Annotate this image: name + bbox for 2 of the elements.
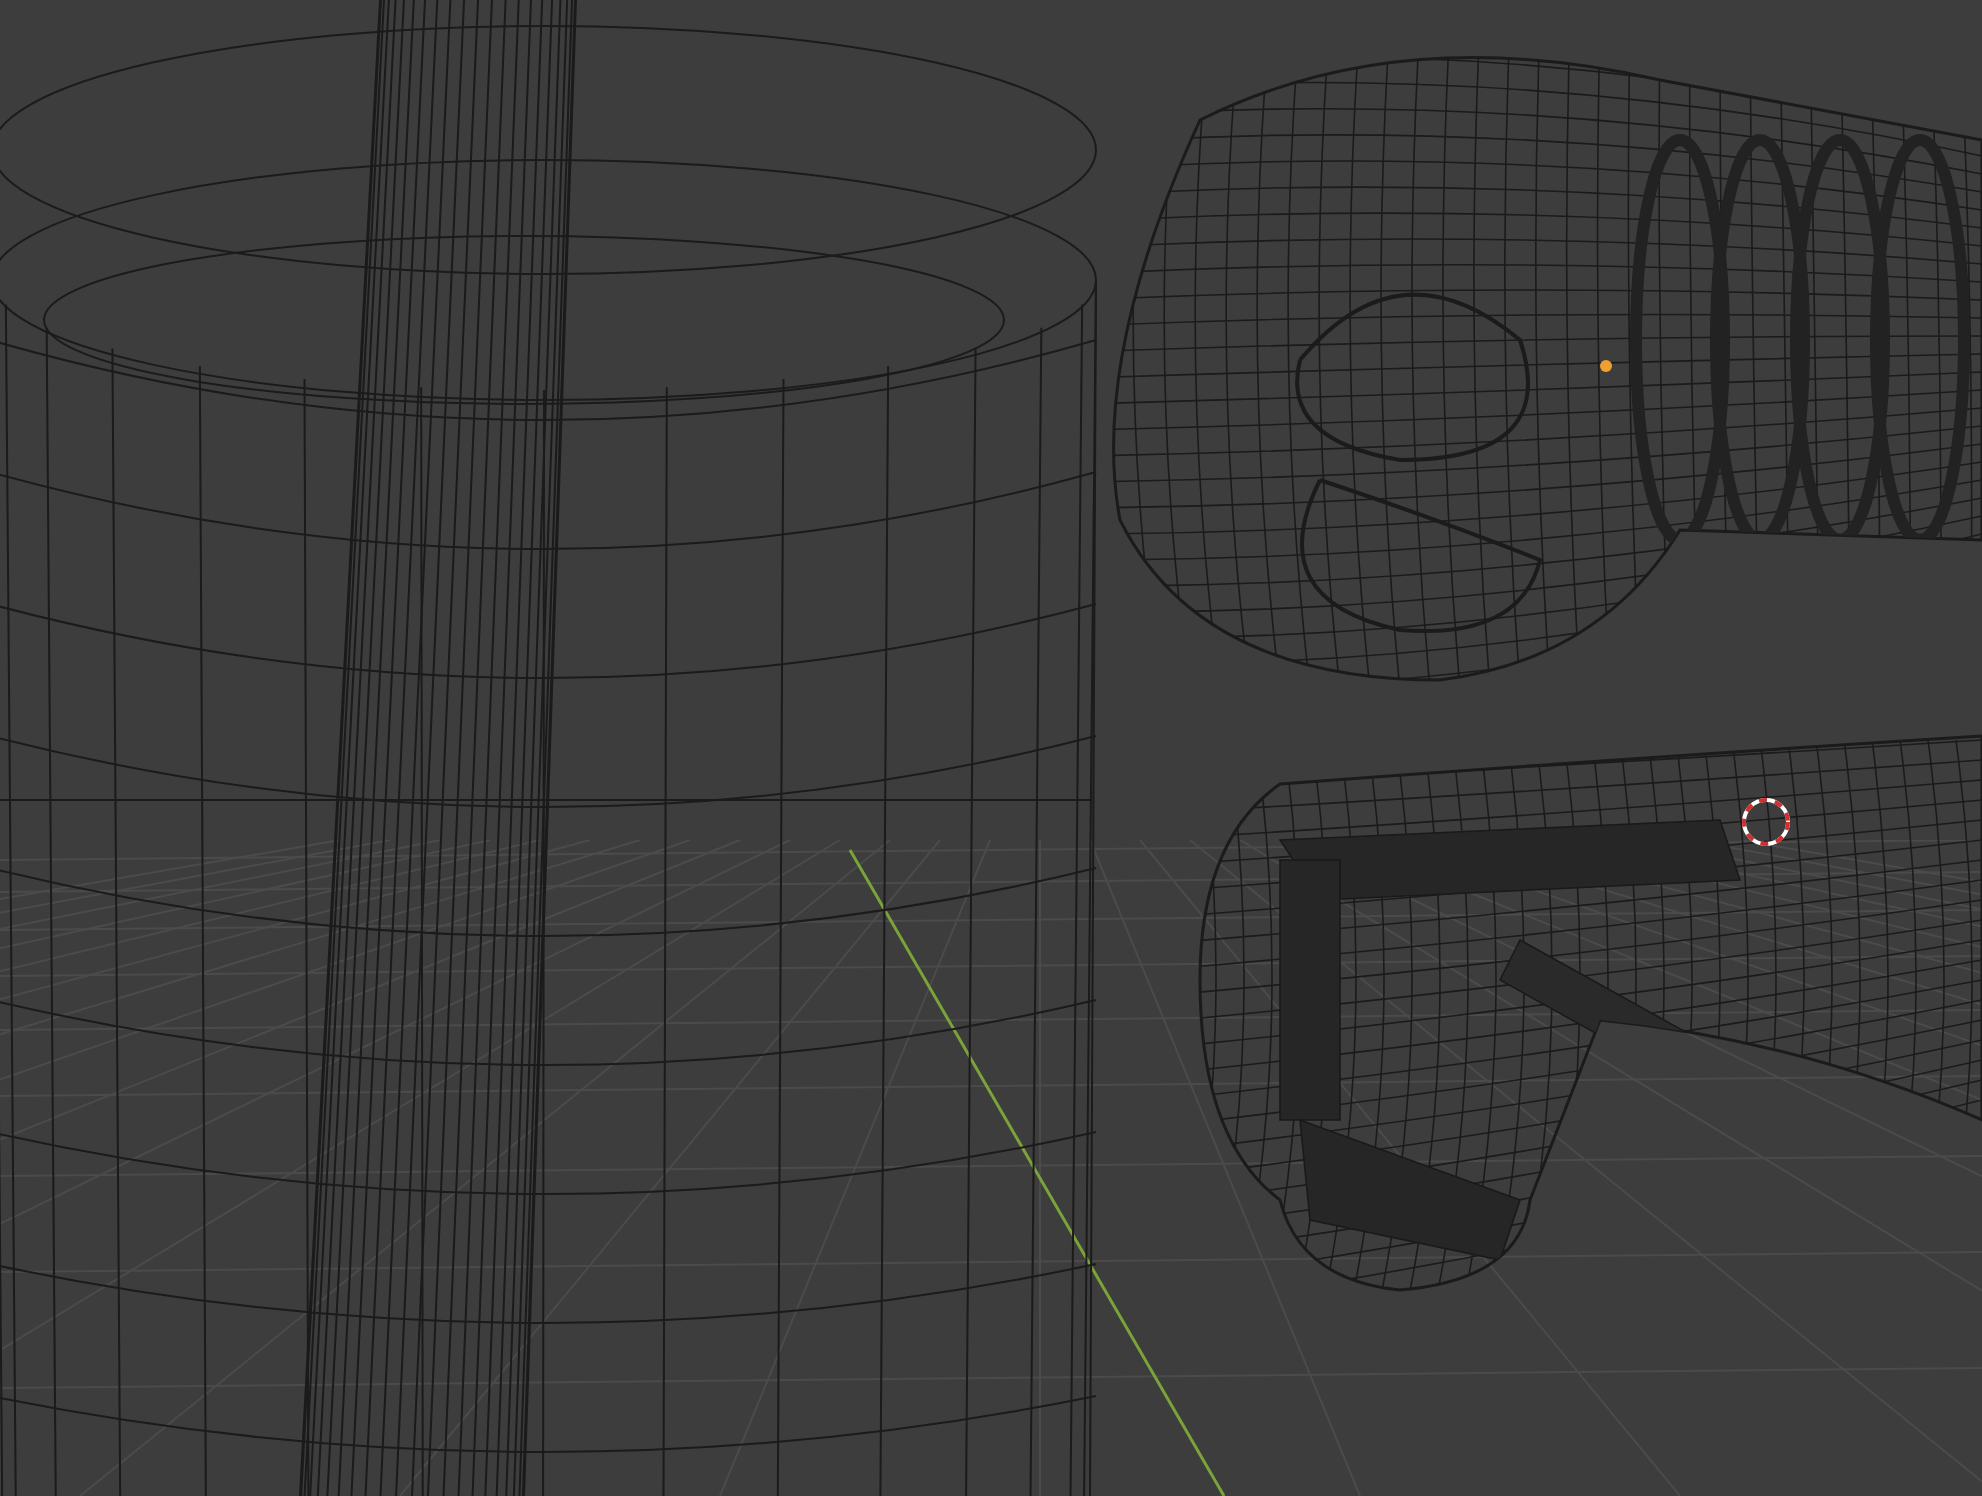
3d-cursor-icon[interactable] xyxy=(1742,798,1790,846)
origin-dot-icon xyxy=(1600,360,1612,372)
